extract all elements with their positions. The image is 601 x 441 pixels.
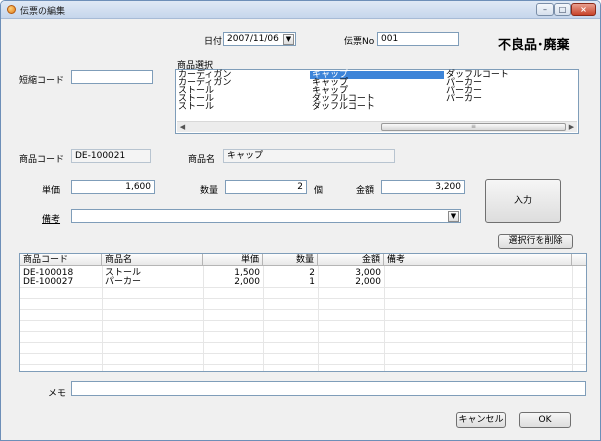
- cell-unit-price: 1,500: [234, 268, 260, 278]
- table-row[interactable]: DE-100027 パーカー 2,000 1 2,000: [20, 277, 586, 287]
- delete-selected-row-button[interactable]: 選択行を削除: [498, 234, 573, 249]
- grid-line: [20, 353, 586, 354]
- product-column: カーディガン カーディガン ストール ストール ストール: [176, 71, 310, 112]
- memo-input[interactable]: [71, 381, 586, 396]
- unit-price-label: 単価: [42, 186, 61, 196]
- cell-product-name: ストール: [105, 268, 142, 278]
- cell-quantity: 2: [309, 268, 315, 278]
- date-label: 日付: [204, 37, 223, 47]
- grid-line: [20, 342, 586, 343]
- unit-price-input[interactable]: 1,600: [71, 180, 155, 194]
- cell-quantity: 1: [309, 277, 315, 287]
- slip-no-label: 伝票No: [344, 37, 375, 47]
- grid-line: [20, 309, 586, 310]
- remarks-label[interactable]: 備考: [42, 212, 60, 225]
- column-header-product-name[interactable]: 商品名: [102, 254, 203, 266]
- product-code-label: 商品コード: [19, 155, 65, 165]
- quantity-input[interactable]: 2: [225, 180, 307, 194]
- table-row[interactable]: DE-100018 ストール 1,500 2 3,000: [20, 268, 586, 278]
- grid-line: [20, 331, 586, 332]
- ok-button[interactable]: OK: [519, 412, 571, 428]
- cell-remarks: [384, 278, 572, 286]
- minimize-button[interactable]: –: [536, 3, 554, 16]
- list-item[interactable]: ストール: [176, 103, 310, 112]
- cancel-button[interactable]: キャンセル: [456, 412, 506, 428]
- grid-line: [318, 266, 319, 371]
- scroll-left-icon[interactable]: ◀: [177, 122, 188, 132]
- grid-line: [203, 266, 204, 371]
- column-header-product-code[interactable]: 商品コード: [20, 254, 102, 266]
- close-button[interactable]: ×: [571, 3, 596, 16]
- product-name-field: キャップ: [223, 149, 395, 163]
- grid-line: [20, 320, 586, 321]
- grid-line: [102, 266, 103, 371]
- cell-amount: 3,000: [355, 268, 381, 278]
- scroll-right-icon[interactable]: ▶: [566, 122, 577, 132]
- app-icon: [7, 5, 16, 14]
- remarks-combobox[interactable]: ▼: [71, 209, 461, 223]
- horizontal-scrollbar[interactable]: ◀ ≡ ▶: [177, 121, 577, 132]
- quantity-unit: 個: [314, 186, 324, 196]
- grid-header: 商品コード 商品名 単価 数量 金額 備考: [20, 254, 586, 266]
- product-name-label: 商品名: [188, 155, 216, 165]
- slip-no-field[interactable]: 001: [377, 32, 459, 46]
- chevron-down-icon[interactable]: ▼: [283, 34, 294, 45]
- list-item[interactable]: パーカー: [444, 95, 578, 104]
- grid-line: [20, 298, 586, 299]
- edit-slip-window: 伝票の編集 – □ × 日付 2007/11/06 ▼ 伝票No 001 不良品…: [0, 0, 601, 441]
- grid-line: [263, 266, 264, 371]
- product-code-field: DE-100021: [71, 149, 151, 163]
- list-item[interactable]: ダッフルコート: [310, 103, 444, 112]
- title-bar[interactable]: 伝票の編集 – □ ×: [1, 1, 600, 19]
- maximize-button[interactable]: □: [554, 3, 571, 16]
- product-column: キャップ キャップ キャップ ダッフルコート ダッフルコート: [310, 71, 444, 112]
- grid-line: [572, 266, 573, 371]
- cell-unit-price: 2,000: [234, 277, 260, 287]
- window-title: 伝票の編集: [20, 7, 66, 17]
- chevron-down-icon[interactable]: ▼: [448, 211, 459, 222]
- amount-field: 3,200: [381, 180, 465, 194]
- column-header-amount[interactable]: 金額: [318, 254, 384, 266]
- column-header-quantity[interactable]: 数量: [263, 254, 318, 266]
- memo-label: メモ: [48, 389, 67, 399]
- grid-line: [384, 266, 385, 371]
- grid-line: [20, 287, 586, 288]
- date-value: 2007/11/06: [227, 34, 279, 44]
- category-badge: 不良品･廃棄: [498, 38, 570, 53]
- date-picker[interactable]: 2007/11/06 ▼: [223, 32, 296, 46]
- amount-label: 金額: [356, 186, 375, 196]
- cell-amount: 2,000: [355, 277, 381, 287]
- input-button[interactable]: 入力: [485, 179, 561, 223]
- column-header-remarks[interactable]: 備考: [384, 254, 572, 266]
- cell-product-name: パーカー: [105, 277, 142, 287]
- line-items-grid[interactable]: 商品コード 商品名 単価 数量 金額 備考 DE-100018 ストール 1,5…: [19, 253, 587, 372]
- cell-product-code: DE-100027: [23, 277, 74, 287]
- product-select-listbox[interactable]: カーディガン カーディガン ストール ストール ストール キャップ キャップ キ…: [175, 69, 579, 134]
- short-code-label: 短縮コード: [19, 76, 65, 86]
- cell-remarks: [384, 269, 572, 277]
- quantity-label: 数量: [200, 186, 219, 196]
- column-header-unit-price[interactable]: 単価: [203, 254, 263, 266]
- product-column: ダッフルコート パーカー パーカー パーカー: [444, 71, 578, 104]
- scrollbar-thumb[interactable]: ≡: [381, 123, 566, 131]
- cell-product-code: DE-100018: [23, 268, 74, 278]
- grid-line: [20, 364, 586, 365]
- short-code-input[interactable]: [71, 70, 153, 84]
